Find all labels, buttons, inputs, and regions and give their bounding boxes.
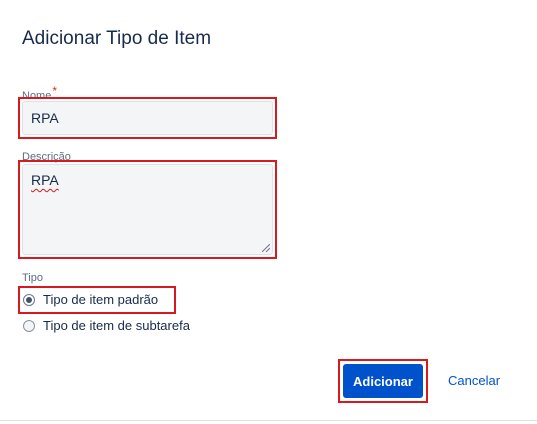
dialog-title: Adicionar Tipo de Item xyxy=(22,28,212,49)
name-input[interactable] xyxy=(22,101,273,135)
cancel-button[interactable]: Cancelar xyxy=(440,364,508,398)
dialog-footer-divider xyxy=(0,420,537,421)
add-button[interactable]: Adicionar xyxy=(343,364,423,398)
radio-standard-label: Tipo de item padrão xyxy=(43,292,159,307)
radio-subtask-type[interactable]: Tipo de item de subtarefa xyxy=(23,318,190,333)
type-field-label: Tipo xyxy=(22,272,43,284)
radio-selected-icon[interactable] xyxy=(23,293,35,306)
radio-standard-type[interactable]: Tipo de item padrão xyxy=(23,292,158,307)
description-text: RPA xyxy=(31,172,59,188)
resize-handle-icon[interactable] xyxy=(262,244,270,252)
radio-unselected-icon[interactable] xyxy=(23,319,35,332)
radio-subtask-label: Tipo de item de subtarefa xyxy=(43,318,190,333)
description-textarea[interactable]: RPA xyxy=(22,164,273,255)
required-marker: * xyxy=(52,84,58,98)
add-issue-type-dialog: Adicionar Tipo de Item Nome* Descrição R… xyxy=(0,0,537,424)
